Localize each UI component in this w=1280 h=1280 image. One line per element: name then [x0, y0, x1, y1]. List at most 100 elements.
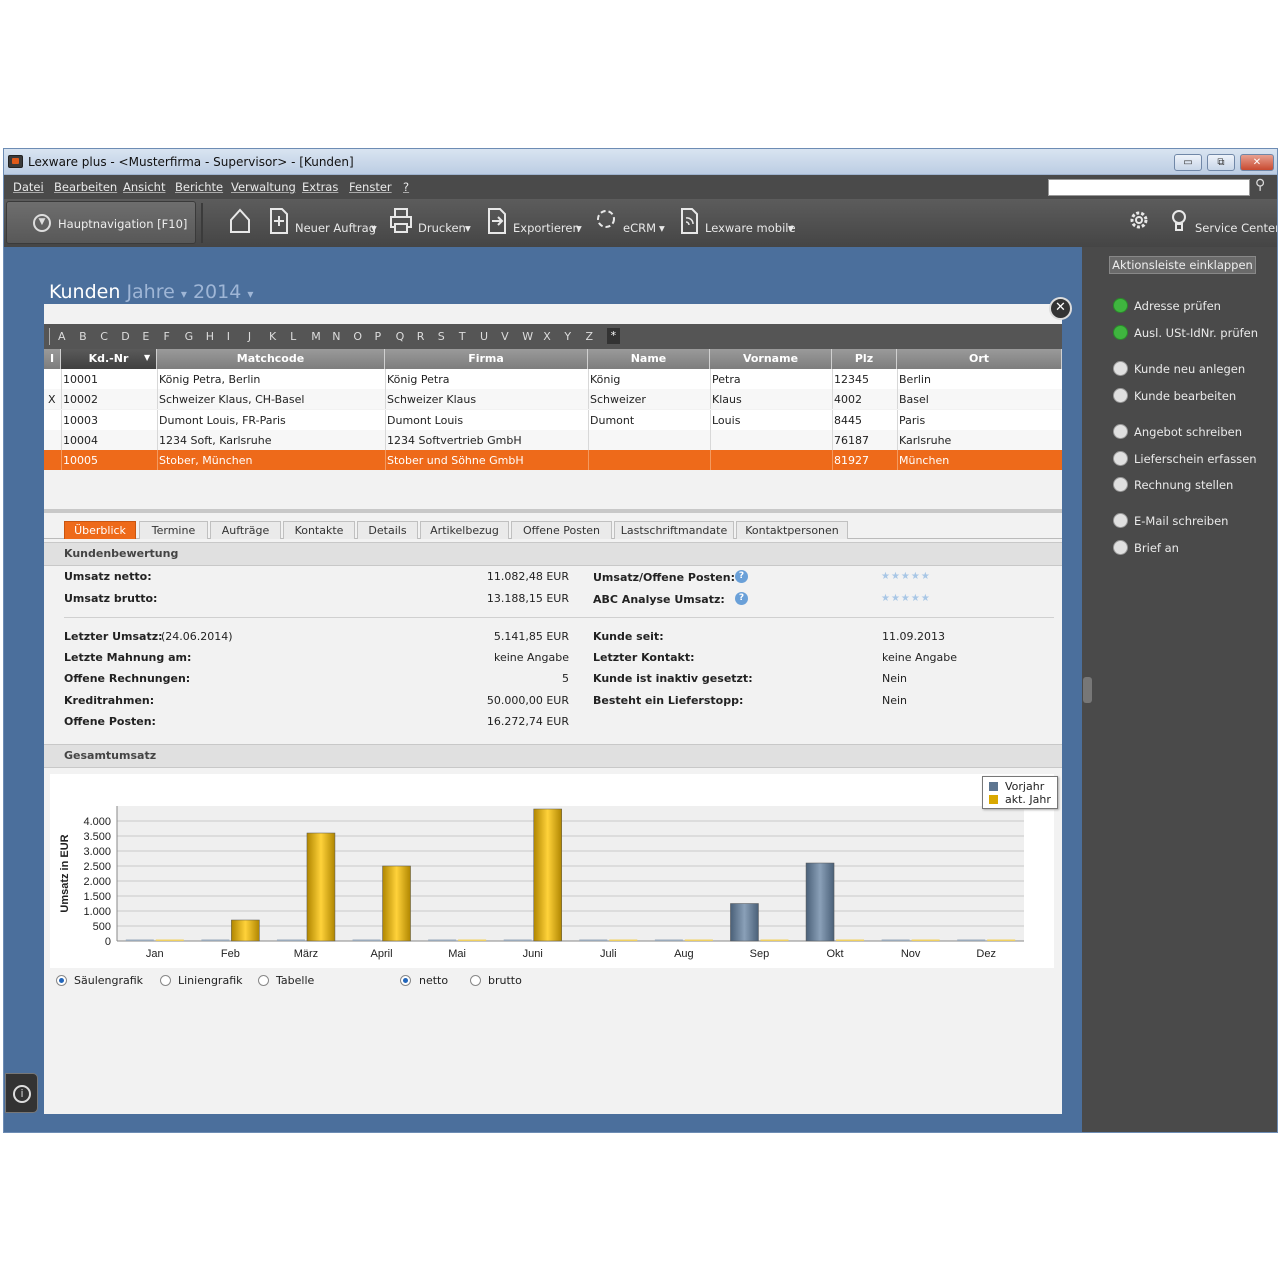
alphabet-filter-bar: A B C D E F G H I J K L M N O P Q R S T U V W X Y Z * — [44, 324, 1062, 349]
drucken-button[interactable]: Drucken ▾ — [390, 206, 474, 240]
column-header-i[interactable]: I — [44, 349, 61, 369]
table-row[interactable]: 10001 König Petra, Berlin König Petra König… — [44, 369, 1062, 389]
minimize-button[interactable]: ▭ — [1174, 154, 1202, 171]
column-header-name[interactable]: Name — [588, 349, 710, 369]
menu-berichte[interactable]: Berichte — [175, 180, 223, 194]
tab-details[interactable]: Details — [357, 521, 418, 539]
alphabet-filter-n[interactable]: N — [332, 330, 340, 343]
column-divider — [588, 450, 589, 471]
tabelle-label: Tabelle — [276, 974, 315, 987]
jahre-filter-dropdown[interactable]: Jahre ▾ 2014 ▾ — [126, 281, 253, 303]
alphabet-filter-s[interactable]: S — [438, 330, 445, 343]
bar-akt-jahr-dez — [987, 939, 1016, 941]
alphabet-filter-i[interactable]: I — [227, 330, 230, 343]
action-label: Adresse prüfen — [1134, 299, 1221, 313]
menu-ansicht[interactable]: Ansicht — [123, 180, 165, 194]
alphabet-filter-z[interactable]: Z — [586, 330, 594, 343]
search-icon[interactable]: ⚲ — [1255, 177, 1265, 193]
close-panel-button[interactable]: ✕ — [1049, 297, 1072, 320]
menu-verwaltung[interactable]: Verwaltung — [231, 180, 296, 194]
tab-kontaktpersonen[interactable]: Kontaktpersonen — [736, 521, 848, 539]
column-divider — [897, 450, 898, 471]
umsatz-netto-value: 11.082,48 EUR — [486, 570, 569, 583]
alphabet-filter-a[interactable]: A — [58, 330, 66, 343]
menu-datei[interactable]: Datei — [13, 180, 44, 194]
tab-aufträge[interactable]: Aufträge — [210, 521, 281, 539]
ecrm-button[interactable]: eCRM ▾ — [595, 206, 669, 240]
maximize-button[interactable]: ⧉ — [1207, 154, 1235, 171]
alphabet-filter-q[interactable]: Q — [396, 330, 405, 343]
search-input[interactable] — [1048, 179, 1250, 196]
close-window-button[interactable]: ✕ — [1240, 154, 1274, 171]
tab-kontakte[interactable]: Kontakte — [283, 521, 355, 539]
alphabet-filter-b[interactable]: B — [79, 330, 87, 343]
neuer-auftrag-button[interactable]: Neuer Auftrag ▾ — [268, 206, 380, 240]
splitter-handle[interactable] — [44, 509, 1062, 513]
menu-extras[interactable]: Extras — [302, 180, 338, 194]
sidebar-resize-handle[interactable] — [1083, 677, 1092, 703]
alphabet-filter-d[interactable]: D — [121, 330, 129, 343]
alphabet-filter-l[interactable]: L — [290, 330, 296, 343]
column-divider — [588, 429, 589, 450]
menu-fenster[interactable]: Fenster — [349, 180, 392, 194]
column-divider — [897, 369, 898, 389]
alphabet-filter-k[interactable]: K — [269, 330, 276, 343]
alphabet-filter-x[interactable]: X — [543, 330, 551, 343]
alphabet-filter-g[interactable]: G — [185, 330, 194, 343]
alphabet-filter-y[interactable]: Y — [564, 330, 571, 343]
alphabet-filter-j[interactable]: J — [248, 330, 251, 343]
alphabet-filter-all[interactable]: * — [606, 328, 621, 344]
help-icon[interactable]: ? — [735, 592, 748, 605]
column-header-ort[interactable]: Ort — [897, 349, 1062, 369]
table-cell-plz: 4002 — [834, 393, 862, 407]
table-row[interactable]: X 10002 Schweizer Klaus, CH-Basel Schweizer… — [44, 389, 1062, 410]
service-center-button[interactable]: Service Center — [1168, 206, 1277, 240]
y-axis-label: Umsatz in EUR — [59, 834, 71, 912]
alphabet-filter-c[interactable]: C — [100, 330, 108, 343]
exportieren-button[interactable]: Exportieren ▾ — [486, 206, 586, 240]
tab-artikelbezug[interactable]: Artikelbezug — [420, 521, 509, 539]
column-header-matchcode[interactable]: Matchcode — [157, 349, 385, 369]
saeulengrafik-radio[interactable] — [56, 975, 67, 986]
table-row[interactable]: 10004 1234 Soft, Karlsruhe 1234 Softvertri… — [44, 429, 1062, 450]
tabelle-radio[interactable] — [258, 975, 269, 986]
alphabet-filter-o[interactable]: O — [353, 330, 362, 343]
alphabet-filter-f[interactable]: F — [164, 330, 170, 343]
column-header-plz[interactable]: Plz — [832, 349, 897, 369]
table-row[interactable]: 10003 Dumont Louis, FR-Paris Dumont Louis D… — [44, 409, 1062, 430]
settings-button[interactable] — [1128, 206, 1152, 240]
alphabet-filter-u[interactable]: U — [480, 330, 488, 343]
column-header-kdnr[interactable]: Kd.-Nr — [61, 349, 157, 369]
help-icon[interactable]: ? — [735, 570, 748, 583]
column-header-firma[interactable]: Firma — [385, 349, 588, 369]
column-header-vorname[interactable]: Vorname — [710, 349, 832, 369]
alphabet-filter-m[interactable]: M — [311, 330, 321, 343]
menu-help[interactable]: ? — [403, 180, 409, 194]
alphabet-filter-r[interactable]: R — [417, 330, 425, 343]
brutto-radio[interactable] — [470, 975, 481, 986]
netto-radio[interactable] — [400, 975, 411, 986]
lexware-mobile-button[interactable]: Lexware mobile ▾ — [679, 206, 797, 240]
alphabet-filter-h[interactable]: H — [206, 330, 214, 343]
umsatz-netto-label: Umsatz netto: — [64, 570, 152, 583]
alphabet-filter-v[interactable]: V — [501, 330, 509, 343]
chevron-down-icon: ▼ — [33, 214, 51, 232]
tab-überblick[interactable]: Überblick — [64, 521, 136, 539]
alphabet-filter-e[interactable]: E — [142, 330, 149, 343]
info-button[interactable]: i — [5, 1073, 38, 1113]
aktionsleiste-einklappen-button[interactable]: Aktionsleiste einklappen — [1109, 256, 1256, 274]
alphabet-filter-w[interactable]: W — [522, 330, 533, 343]
table-row[interactable]: 10005 Stober, München Stober und Söhne Gmb… — [44, 450, 1062, 471]
home-button[interactable] — [229, 206, 253, 240]
menu-bearbeiten[interactable]: Bearbeiten — [54, 180, 117, 194]
alphabet-filter-t[interactable]: T — [459, 330, 466, 343]
table-cell-name: Dumont — [590, 413, 635, 427]
tab-lastschriftmandate[interactable]: Lastschriftmandate — [614, 521, 734, 539]
sort-descending-icon: ▼ — [144, 353, 151, 362]
liniengrafik-radio[interactable] — [160, 975, 171, 986]
alphabet-filter-p[interactable]: P — [375, 330, 382, 343]
tab-offene-posten[interactable]: Offene Posten — [511, 521, 612, 539]
hauptnavigation-button[interactable]: ▼ Hauptnavigation [F10] — [6, 201, 196, 244]
letzter-umsatz-value: 5.141,85 EUR — [493, 630, 569, 643]
tab-termine[interactable]: Termine — [139, 521, 208, 539]
